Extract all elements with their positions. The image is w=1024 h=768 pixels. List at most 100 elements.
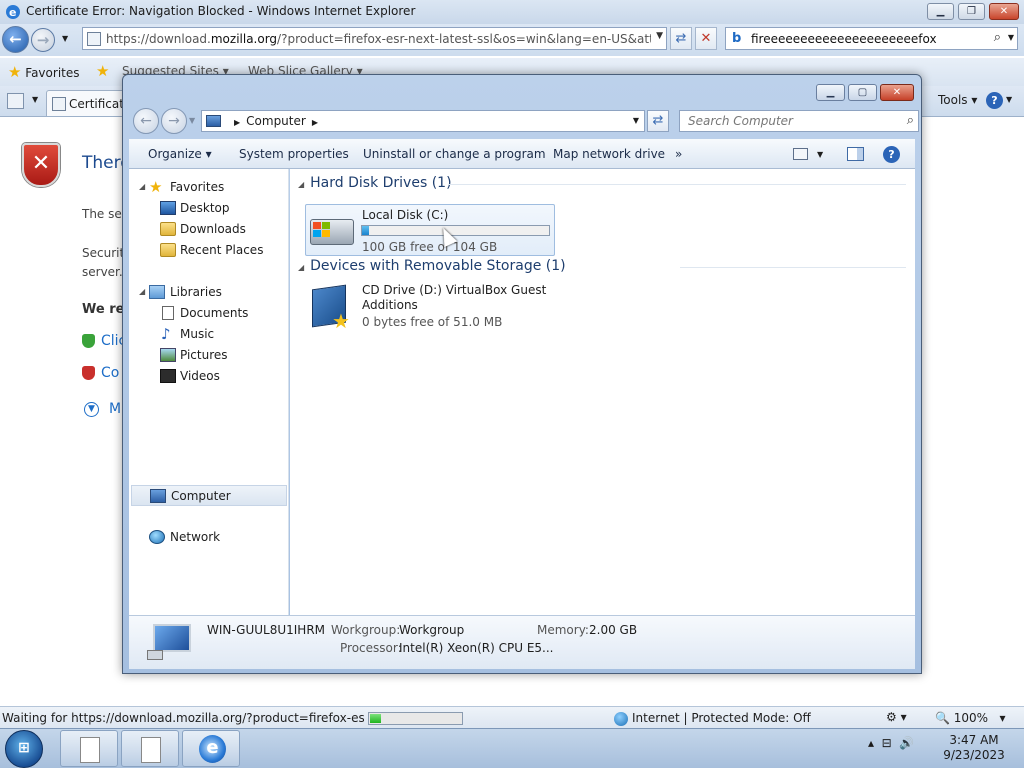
taskbar-item-1[interactable]	[60, 730, 118, 767]
start-button[interactable]: ⊞	[5, 730, 43, 768]
sidebar-item-music[interactable]: ♪ Music	[129, 324, 287, 345]
group-divider	[680, 267, 906, 268]
processor-value: Intel(R) Xeon(R) CPU E5...	[399, 641, 554, 655]
clock[interactable]: 3:47 AM 9/23/2023	[938, 733, 1010, 763]
group-header-removable-storage[interactable]: ◢ Devices with Removable Storage (1)	[298, 258, 566, 274]
sidebar-item-pictures[interactable]: Pictures	[129, 345, 287, 366]
star-icon: ★	[149, 178, 163, 196]
forward-button[interactable]: →	[31, 28, 55, 52]
notification-area[interactable]: ▴ ⊟ 🔊	[868, 736, 914, 750]
address-history-dropdown-icon[interactable]: ▼	[633, 116, 639, 125]
zoom-level[interactable]: 🔍 100% ▾	[935, 711, 1006, 725]
sidebar-item-videos[interactable]: Videos	[129, 366, 287, 387]
popup-blocker-icon[interactable]: ⚙ ▾	[886, 710, 907, 724]
expand-icon: ▼	[84, 401, 99, 417]
minimize-button[interactable]: ▁	[927, 3, 954, 20]
restore-button[interactable]: ❐	[958, 3, 985, 20]
sidebar-item-recent-places[interactable]: Recent Places	[129, 240, 287, 261]
search-icon[interactable]: ⌕	[907, 113, 914, 128]
status-text: Waiting for https://download.mozilla.org…	[2, 711, 364, 725]
taskbar-item-2[interactable]	[121, 730, 179, 767]
group-divider	[448, 184, 906, 185]
sidebar-item-libraries[interactable]: ◢ Libraries	[129, 282, 287, 303]
search-dropdown-icon[interactable]: ▼	[1008, 33, 1014, 42]
address-dropdown-icon[interactable]: ▼	[656, 31, 663, 41]
search-icon[interactable]: ⌕	[994, 30, 1001, 45]
sidebar-item-documents[interactable]: Documents	[129, 303, 287, 324]
close-page-link[interactable]: Clic	[82, 333, 126, 349]
address-url[interactable]: https://download.mozilla.org/?product=fi…	[106, 32, 651, 46]
preview-pane-icon[interactable]	[847, 147, 864, 161]
view-options-dropdown-icon[interactable]: ▼	[817, 150, 823, 159]
drive-usage-bar	[361, 225, 550, 236]
explorer-maximize-button[interactable]: ▢	[848, 84, 877, 101]
address-bar[interactable]: https://download.mozilla.org/?product=fi…	[82, 27, 667, 50]
sidebar-item-computer[interactable]: Computer	[131, 485, 287, 506]
sidebar-item-network[interactable]: Network	[129, 527, 287, 548]
help-icon[interactable]: ?	[986, 92, 1003, 109]
explorer-help-icon[interactable]: ?	[883, 146, 900, 163]
change-view-icon[interactable]	[793, 148, 808, 160]
downloads-folder-icon	[160, 222, 176, 236]
organize-button[interactable]: Organize ▾	[148, 147, 212, 161]
explorer-window: ▁ ▢ ✕ ← → ▼ ▶ Computer ▶ ▼ ⇄ Search Comput…	[122, 74, 922, 674]
refresh-button[interactable]: ⇄	[670, 27, 692, 50]
drive-usage-fill	[362, 226, 370, 235]
stop-button[interactable]: ✕	[695, 27, 717, 50]
sidebar-item-favorites[interactable]: ◢ ★ Favorites	[129, 177, 287, 198]
more-info-link[interactable]: ▼ M	[84, 401, 121, 417]
explorer-recent-dropdown-icon[interactable]: ▼	[189, 116, 195, 125]
globe-icon	[614, 711, 628, 726]
search-query[interactable]: fireeeeeeeeeeeeeeeeeeeeefox	[751, 32, 937, 46]
explorer-refresh-button[interactable]: ⇄	[647, 110, 669, 132]
explorer-address-bar[interactable]: ▶ Computer ▶ ▼	[201, 110, 645, 132]
search-box[interactable]: b fireeeeeeeeeeeeeeeeeeeeefox ⌕ ▼	[725, 27, 1018, 50]
navigation-pane: ◢ ★ Favorites Desktop Downloads Recent Pla…	[129, 169, 289, 615]
help-dropdown-icon[interactable]: ▼	[1006, 95, 1012, 104]
computer-icon	[206, 115, 221, 127]
local-disk-c[interactable]: Local Disk (C:) 100 GB free of 104 GB	[305, 204, 555, 256]
page-icon	[87, 32, 101, 46]
sidebar-item-desktop[interactable]: Desktop	[129, 198, 287, 219]
star-icon: ★	[8, 63, 22, 81]
computer-monitor-icon	[147, 624, 191, 660]
uninstall-program-button[interactable]: Uninstall or change a program	[363, 147, 546, 161]
close-button[interactable]: ✕	[989, 3, 1019, 20]
tab-list-dropdown-icon[interactable]: ▼	[32, 95, 38, 104]
continue-link[interactable]: Co	[82, 365, 119, 381]
libraries-icon	[149, 285, 165, 299]
back-button[interactable]: ←	[2, 26, 29, 53]
virtualbox-cd-icon[interactable]: ★	[312, 284, 350, 333]
taskbar-item-ie[interactable]: e	[182, 730, 240, 767]
add-favorite-button[interactable]: ★	[96, 62, 109, 80]
pictures-icon	[160, 348, 176, 362]
cd-drive-name[interactable]: CD Drive (D:) VirtualBox Guest Additions	[362, 283, 562, 313]
explorer-minimize-button[interactable]: ▁	[816, 84, 845, 101]
quick-tabs-icon[interactable]	[7, 93, 24, 109]
bing-icon: b	[732, 31, 742, 46]
security-zone[interactable]: Internet | Protected Mode: Off	[614, 711, 811, 726]
ie-logo-icon: e	[5, 4, 21, 20]
network-icon	[149, 530, 165, 544]
loading-progress-bar	[368, 712, 463, 725]
drive-name: Local Disk (C:)	[362, 208, 449, 222]
tools-menu[interactable]: Tools ▾	[938, 93, 977, 107]
favorites-button[interactable]: ★ Favorites	[8, 63, 80, 81]
breadcrumb[interactable]: ▶ Computer ▶	[228, 114, 324, 128]
computer-icon	[150, 489, 166, 503]
explorer-close-button[interactable]: ✕	[880, 84, 914, 101]
explorer-back-button[interactable]: ←	[133, 108, 159, 134]
error-text-1: The se	[82, 207, 122, 221]
recent-pages-dropdown-icon[interactable]: ▼	[62, 34, 68, 43]
explorer-search-input[interactable]: Search Computer ⌕	[679, 110, 919, 132]
group-header-hard-disk-drives[interactable]: ◢ Hard Disk Drives (1)	[298, 175, 452, 191]
more-commands-button[interactable]: »	[675, 147, 682, 161]
memory-label: Memory:	[537, 623, 589, 637]
videos-icon	[160, 369, 176, 383]
sidebar-item-downloads[interactable]: Downloads	[129, 219, 287, 240]
system-properties-button[interactable]: System properties	[239, 147, 349, 161]
drive-free-space: 100 GB free of 104 GB	[362, 240, 498, 254]
explorer-forward-button[interactable]: →	[161, 108, 187, 134]
map-network-drive-button[interactable]: Map network drive	[553, 147, 665, 161]
clock-date: 9/23/2023	[943, 748, 1005, 762]
